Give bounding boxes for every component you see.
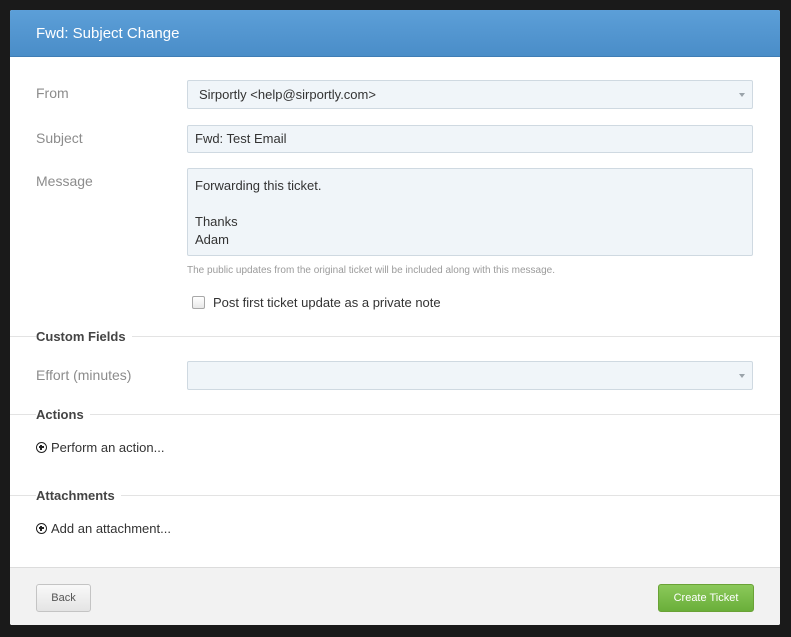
dialog-title: Fwd: Subject Change — [10, 10, 780, 57]
from-select[interactable]: Sirportly <help@sirportly.com> — [187, 80, 753, 109]
subject-input-value: Fwd: Test Email — [195, 131, 287, 146]
message-hint: The public updates from the original tic… — [187, 265, 555, 276]
private-note-label[interactable]: Post first ticket update as a private no… — [213, 295, 441, 310]
effort-label: Effort (minutes) — [36, 367, 132, 383]
plus-circle-icon — [36, 442, 47, 453]
from-label: From — [36, 85, 69, 101]
message-textarea[interactable]: Forwarding this ticket. Thanks Adam — [187, 168, 753, 256]
plus-circle-icon — [36, 523, 47, 534]
back-button[interactable]: Back — [36, 584, 91, 612]
perform-action-link[interactable]: Perform an action... — [36, 440, 164, 455]
forward-ticket-dialog: Fwd: Subject Change From Sirportly <help… — [10, 10, 780, 625]
subject-label: Subject — [36, 130, 83, 146]
message-line — [195, 195, 745, 213]
create-ticket-button[interactable]: Create Ticket — [658, 584, 754, 612]
from-select-value: Sirportly <help@sirportly.com> — [199, 87, 376, 102]
private-note-row: Post first ticket update as a private no… — [192, 295, 441, 310]
add-attachment-label: Add an attachment... — [51, 521, 171, 536]
section-divider — [10, 414, 780, 415]
message-line: Forwarding this ticket. — [195, 178, 322, 193]
caret-down-icon — [739, 374, 745, 378]
message-line: Thanks — [195, 214, 238, 229]
message-line: Adam — [195, 232, 229, 247]
caret-down-icon — [739, 93, 745, 97]
attachments-heading: Attachments — [36, 488, 121, 503]
subject-input[interactable]: Fwd: Test Email — [187, 125, 753, 153]
custom-fields-heading: Custom Fields — [36, 329, 132, 344]
actions-heading: Actions — [36, 407, 90, 422]
perform-action-label: Perform an action... — [51, 440, 165, 455]
section-divider — [10, 495, 780, 496]
effort-select[interactable] — [187, 361, 753, 390]
dialog-body: From Sirportly <help@sirportly.com> Subj… — [10, 57, 780, 567]
add-attachment-link[interactable]: Add an attachment... — [36, 521, 171, 536]
message-label: Message — [36, 173, 93, 189]
private-note-checkbox[interactable] — [192, 296, 205, 309]
dialog-footer: Back Create Ticket — [10, 567, 780, 625]
